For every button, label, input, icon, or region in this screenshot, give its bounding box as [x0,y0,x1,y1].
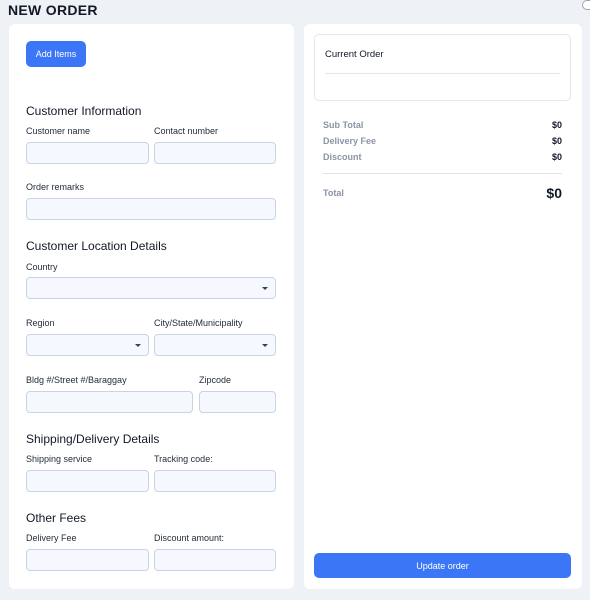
delivery-fee-summary-label: Delivery Fee [323,136,377,146]
shipping-service-label: Shipping service [26,454,93,464]
order-remarks-input[interactable] [26,198,276,220]
divider [325,73,560,74]
shipping-service-input[interactable] [26,470,149,492]
order-summary-panel: Current Order Sub Total $0 Delivery Fee … [304,24,582,589]
city-select[interactable] [154,334,276,356]
order-form-panel: Add Items Customer Information Customer … [9,24,294,589]
subtotal-value: $0 [551,120,562,130]
current-order-box: Current Order [314,34,571,101]
street-input[interactable] [26,391,193,413]
customer-name-input[interactable] [26,142,149,164]
chevron-down-icon [262,344,268,347]
chevron-down-icon [135,344,141,347]
update-order-button[interactable]: Update order [314,553,571,578]
total-label: Total [323,188,344,198]
contact-number-label: Contact number [154,126,219,136]
country-label: Country [26,262,58,272]
total-value: $0 [546,185,562,201]
other-fees-title: Other Fees [26,511,87,525]
delivery-fee-label: Delivery Fee [26,533,77,543]
customer-name-label: Customer name [26,126,91,136]
discount-amount-label: Discount amount: [154,533,225,543]
city-label: City/State/Municipality [154,318,243,328]
delivery-fee-input[interactable] [26,549,149,571]
delivery-fee-summary-value: $0 [551,136,562,146]
subtotal-label: Sub Total [323,120,364,130]
close-tab-icon[interactable] [582,0,590,10]
tracking-code-input[interactable] [154,470,276,492]
region-label: Region [26,318,55,328]
customer-info-title: Customer Information [26,104,142,118]
street-label: Bldg #/Street #/Baraggay [26,375,127,385]
current-order-title: Current Order [325,49,384,60]
chevron-down-icon [262,287,268,290]
zipcode-input[interactable] [199,391,276,413]
contact-number-input[interactable] [154,142,276,164]
order-remarks-label: Order remarks [26,182,85,192]
add-items-button[interactable]: Add Items [26,41,86,67]
discount-amount-input[interactable] [154,549,276,571]
location-title: Customer Location Details [26,239,167,253]
tracking-code-label: Tracking code: [154,454,213,464]
country-select[interactable] [26,277,276,299]
discount-summary-label: Discount [323,152,362,162]
shipping-title: Shipping/Delivery Details [26,432,160,446]
region-select[interactable] [26,334,149,356]
zipcode-label: Zipcode [199,375,232,385]
page-title: NEW ORDER [8,2,98,18]
discount-summary-value: $0 [551,152,562,162]
summary-divider [323,173,562,174]
